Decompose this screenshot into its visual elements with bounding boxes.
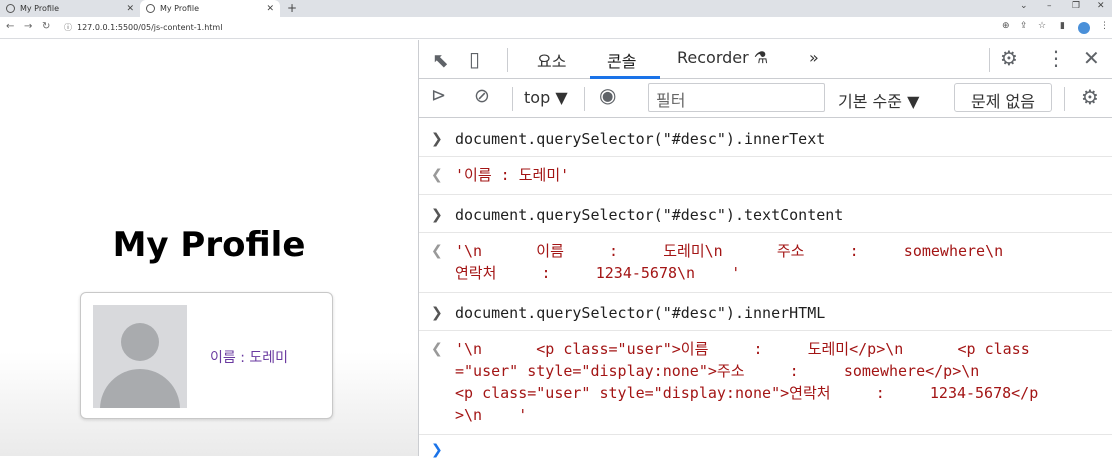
input-chevron-icon: ❯ [431, 305, 443, 321]
console-line: ="user" style="display:none">주소 : somewh… [455, 362, 980, 380]
url-text: 127.0.0.1:5500/05/js-content-1.html [77, 23, 223, 32]
tab-search-icon[interactable]: ⌄ [1020, 1, 1028, 11]
close-tab-icon[interactable]: ✕ [266, 4, 274, 14]
devtools-tabbar: ⬉ ▯ 요소 콘솔 Recorder ⚗ » ⚙ ⋮ ✕ [419, 40, 1112, 79]
log-levels-label: 기본 수준 [838, 92, 902, 111]
filter-input[interactable]: 필터 [648, 83, 825, 112]
address-bar: ← → ↻ ⓘ 127.0.0.1:5500/05/js-content-1.h… [0, 17, 1112, 39]
prompt-chevron-icon: ❯ [431, 442, 443, 458]
context-selector[interactable]: top ▼ [524, 88, 568, 107]
profile-desc: 이름 : 도레미 [210, 350, 289, 366]
back-icon[interactable]: ← [6, 21, 14, 32]
console-output[interactable]: ❯ document.querySelector("#desc").innerTe… [419, 119, 1112, 463]
result-chevron-icon: ❮ [431, 243, 443, 259]
tab-elements[interactable]: 요소 [537, 48, 566, 72]
console-line: 연락처 : 1234-5678\n ' [455, 264, 741, 282]
tab-title: My Profile [20, 4, 60, 13]
avatar-placeholder-icon [93, 305, 187, 408]
info-icon[interactable]: ⓘ [64, 22, 72, 33]
live-expression-eye-icon[interactable]: ◉ [599, 83, 616, 107]
console-line: document.querySelector("#desc").textCont… [455, 206, 844, 224]
devtools-panel: ⬉ ▯ 요소 콘솔 Recorder ⚗ » ⚙ ⋮ ✕ ⊳ ⊘ top ▼ ◉… [418, 40, 1112, 458]
input-chevron-icon: ❯ [431, 207, 443, 223]
tab-recorder[interactable]: Recorder ⚗ [677, 48, 768, 67]
tab-title: My Profile [160, 4, 200, 13]
console-line: >\n ' [455, 406, 528, 424]
device-toolbar-icon[interactable]: ▯ [469, 47, 480, 71]
console-result-entry[interactable]: ❮ '\n 이름 : 도레미\n 주소 : somewhere\n 연락처 : 12… [419, 233, 1112, 293]
sidepanel-icon[interactable]: ▮ [1060, 21, 1065, 31]
console-settings-gear-icon[interactable]: ⚙ [1081, 85, 1099, 109]
new-tab-icon[interactable]: + [287, 1, 297, 15]
console-line: <p class="user" style="display:none">연락처… [455, 384, 1039, 402]
settings-gear-icon[interactable]: ⚙ [1000, 46, 1018, 70]
restore-icon[interactable]: ❐ [1072, 1, 1080, 11]
flask-icon: ⚗ [753, 48, 769, 67]
result-chevron-icon: ❮ [431, 167, 443, 183]
sidebar-toggle-icon[interactable]: ⊳ [431, 85, 446, 106]
page-title: My Profile [112, 225, 306, 265]
clear-console-icon[interactable]: ⊘ [474, 85, 490, 107]
bookmark-star-icon[interactable]: ☆ [1038, 21, 1046, 31]
console-prompt[interactable]: ❯ [419, 435, 1112, 463]
console-input-entry[interactable]: ❯ document.querySelector("#desc").innerHT… [419, 293, 1112, 331]
more-options-icon[interactable]: ⋮ [1046, 46, 1066, 70]
globe-icon [6, 4, 15, 13]
forward-icon[interactable]: → [24, 21, 32, 32]
url-field[interactable]: ⓘ 127.0.0.1:5500/05/js-content-1.html [64, 22, 222, 33]
console-input-entry[interactable]: ❯ document.querySelector("#desc").innerTe… [419, 119, 1112, 157]
zoom-icon[interactable]: ⊕ [1002, 21, 1010, 31]
dropdown-arrow-icon: ▼ [907, 92, 920, 111]
log-levels-dropdown[interactable]: 기본 수준 ▼ [838, 88, 919, 112]
console-result-entry[interactable]: ❮ '이름 : 도레미' [419, 157, 1112, 195]
close-tab-icon[interactable]: ✕ [126, 4, 134, 14]
context-label: top [524, 88, 551, 107]
console-line: '\n 이름 : 도레미\n 주소 : somewhere\n [455, 242, 1004, 260]
browser-tabstrip: My Profile ✕ My Profile ✕ + ⌄ – ❐ ✕ [0, 0, 1112, 17]
menu-kebab-icon[interactable]: ⋮ [1100, 21, 1109, 31]
more-tabs-icon[interactable]: » [809, 48, 819, 67]
console-toolbar: ⊳ ⊘ top ▼ ◉ 필터 기본 수준 ▼ 문제 없음 ⚙ [419, 79, 1112, 118]
profile-card: 이름 : 도레미 [80, 292, 333, 419]
console-result-entry[interactable]: ❮ '\n <p class="user">이름 : 도레미</p>\n <p c… [419, 331, 1112, 435]
profile-avatar-icon[interactable] [1078, 22, 1090, 34]
reload-icon[interactable]: ↻ [42, 21, 50, 32]
console-input-entry[interactable]: ❯ document.querySelector("#desc").textCon… [419, 195, 1112, 233]
tab-recorder-label: Recorder [677, 48, 749, 67]
console-line: '\n <p class="user">이름 : 도레미</p>\n <p cl… [455, 340, 1030, 358]
close-devtools-icon[interactable]: ✕ [1083, 46, 1100, 70]
page-viewport: My Profile 이름 : 도레미 [0, 40, 418, 456]
result-chevron-icon: ❮ [431, 341, 443, 357]
console-line: '이름 : 도레미' [455, 166, 570, 184]
inspect-element-icon[interactable]: ⬉ [432, 48, 449, 72]
browser-tab-active[interactable]: My Profile ✕ [140, 0, 280, 17]
console-line: document.querySelector("#desc").innerTex… [455, 130, 826, 148]
dropdown-arrow-icon: ▼ [555, 88, 568, 107]
console-line: document.querySelector("#desc").innerHTM… [455, 304, 826, 322]
tab-console[interactable]: 콘솔 [607, 48, 636, 72]
minimize-icon[interactable]: – [1047, 1, 1052, 11]
globe-icon [146, 4, 155, 13]
input-chevron-icon: ❯ [431, 131, 443, 147]
browser-tab[interactable]: My Profile ✕ [0, 0, 140, 17]
share-icon[interactable]: ⇪ [1020, 21, 1028, 31]
issues-button[interactable]: 문제 없음 [954, 83, 1052, 112]
close-window-icon[interactable]: ✕ [1097, 1, 1105, 11]
